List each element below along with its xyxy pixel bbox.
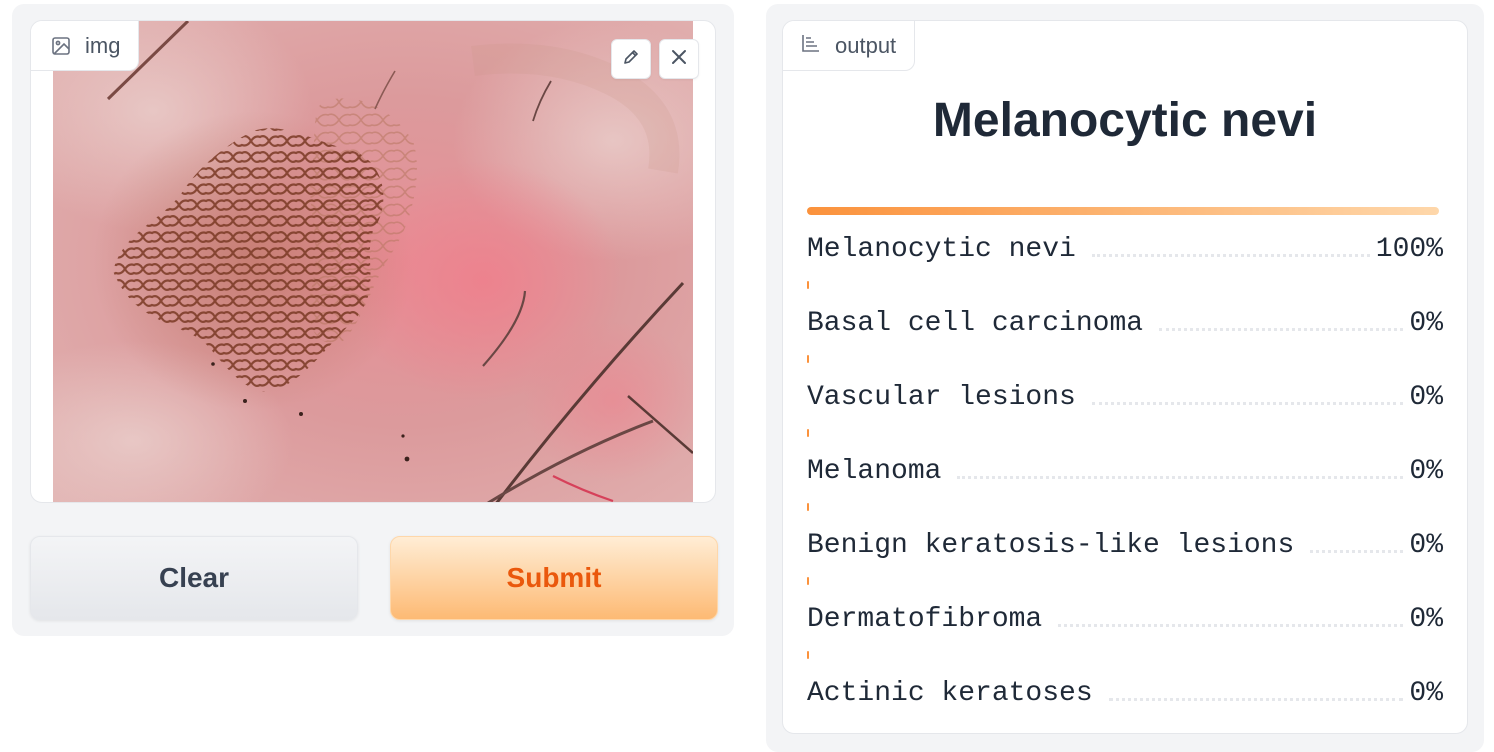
dotted-leader — [1058, 624, 1404, 627]
dotted-leader — [1091, 402, 1404, 405]
clear-button[interactable]: Clear — [30, 536, 358, 620]
confidence-row-text: Benign keratosis-like lesions 0% — [807, 521, 1443, 561]
confidence-label: Actinic keratoses — [807, 678, 1093, 709]
image-input-label-text: img — [85, 32, 121, 58]
confidence-bar — [807, 651, 809, 659]
confidence-row-text: Basal cell carcinoma 0% — [807, 299, 1443, 339]
confidence-row: Basal cell carcinoma 0% — [807, 281, 1443, 355]
confidence-value: 100% — [1375, 234, 1443, 265]
confidence-value: 0% — [1409, 678, 1443, 709]
confidence-row-text: Melanocytic nevi 100% — [807, 225, 1443, 265]
dotted-leader — [957, 476, 1404, 479]
uploaded-skin-lesion-image — [53, 21, 693, 502]
confidence-label: Basal cell carcinoma — [807, 308, 1144, 339]
confidence-row-text: Vascular lesions 0% — [807, 373, 1443, 413]
image-icon — [51, 36, 71, 56]
bar-chart-icon — [801, 33, 821, 59]
output-label-text: output — [835, 32, 897, 58]
confidence-row-text: Dermatofibroma 0% — [807, 595, 1443, 635]
confidence-row-text: Actinic keratoses 0% — [807, 669, 1443, 709]
confidence-value: 0% — [1409, 456, 1443, 487]
confidence-value: 0% — [1409, 604, 1443, 635]
confidence-bar — [807, 355, 809, 363]
confidence-label: Vascular lesions — [807, 382, 1076, 413]
confidence-bar — [807, 207, 1439, 215]
input-panel: img Clear Submit — [12, 4, 734, 636]
confidence-label: Melanocytic nevi — [807, 234, 1076, 265]
close-icon — [670, 48, 688, 71]
dotted-leader — [1108, 698, 1404, 701]
confidence-label: Melanoma — [807, 456, 942, 487]
image-input-label: img — [31, 21, 140, 71]
predicted-class-title: Melanocytic nevi — [932, 94, 1318, 147]
confidence-bar — [807, 281, 809, 289]
confidence-bar — [807, 429, 809, 437]
remove-image-button[interactable] — [659, 39, 699, 79]
confidence-row-text: Melanoma 0% — [807, 447, 1443, 487]
confidence-row: Benign keratosis-like lesions 0% — [807, 503, 1443, 577]
submit-button[interactable]: Submit — [390, 536, 718, 620]
image-input[interactable]: img — [30, 20, 716, 503]
output-label-component: output Melanocytic nevi Melanocytic nevi… — [782, 20, 1468, 734]
confidence-label: Benign keratosis-like lesions — [807, 530, 1295, 561]
dotted-leader — [1159, 328, 1404, 331]
confidence-list: Melanocytic nevi 100% Basal cell carcinoma… — [807, 207, 1443, 725]
confidence-row: Vascular lesions 0% — [807, 355, 1443, 429]
confidence-row: Dermatofibroma 0% — [807, 577, 1443, 651]
confidence-bar — [807, 503, 809, 511]
confidence-value: 0% — [1409, 308, 1443, 339]
confidence-row: Melanoma 0% — [807, 429, 1443, 503]
output-label-tab: output — [783, 21, 916, 71]
output-panel: output Melanocytic nevi Melanocytic nevi… — [766, 4, 1484, 752]
confidence-value: 0% — [1409, 382, 1443, 413]
confidence-label: Dermatofibroma — [807, 604, 1043, 635]
confidence-bar — [807, 577, 809, 585]
dotted-leader — [1091, 254, 1370, 257]
pencil-icon — [621, 47, 641, 72]
confidence-value: 0% — [1409, 530, 1443, 561]
confidence-row: Melanocytic nevi 100% — [807, 207, 1443, 281]
confidence-row: Actinic keratoses 0% — [807, 651, 1443, 725]
dotted-leader — [1310, 550, 1404, 553]
edit-image-button[interactable] — [611, 39, 651, 79]
